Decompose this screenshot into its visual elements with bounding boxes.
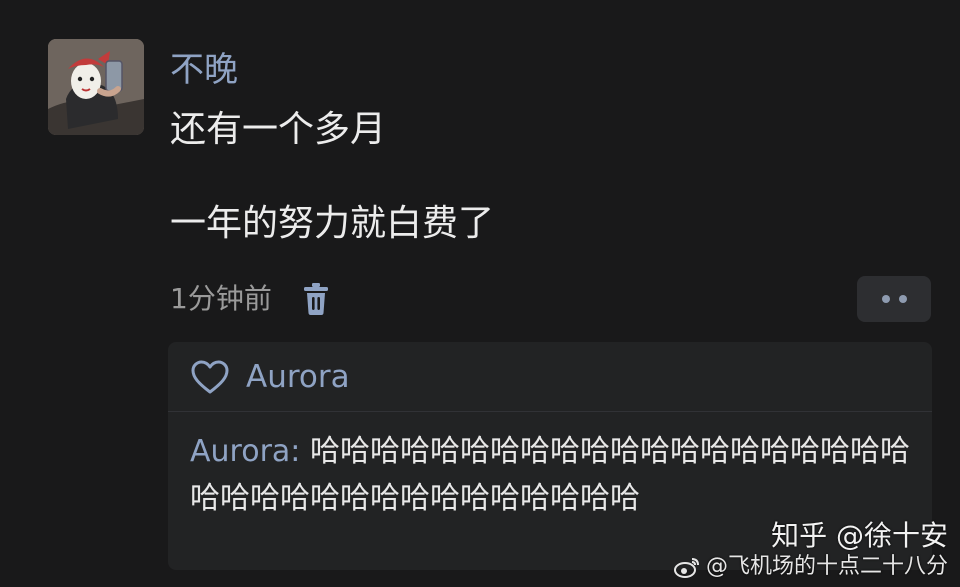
likes-row: Aurora xyxy=(168,342,932,412)
moments-post: 不晚 还有一个多月 一年的努力就白费了 1分钟前 Aurora Aurora: … xyxy=(0,0,960,587)
user-avatar[interactable] xyxy=(48,39,144,135)
heart-icon xyxy=(191,360,229,393)
watermark-text: 知乎 @徐十安 @飞机场的十点二十八分 xyxy=(673,519,948,581)
message-line-blank xyxy=(170,153,494,200)
liker-name[interactable]: Aurora xyxy=(246,357,350,397)
message-line: 还有一个多月 xyxy=(170,109,387,150)
trash-icon[interactable] xyxy=(302,282,330,316)
zhihu-watermark: 知乎 @徐十安 xyxy=(771,519,948,552)
comment-item[interactable]: Aurora: 哈哈哈哈哈哈哈哈哈哈哈哈哈哈哈哈哈哈哈哈哈哈哈哈哈哈哈哈哈哈哈哈… xyxy=(190,428,920,522)
watermark: 知乎 @徐十安 @飞机场的十点二十八分 xyxy=(673,519,948,581)
weibo-watermark-line: @飞机场的十点二十八分 xyxy=(673,553,948,581)
post-timestamp: 1分钟前 xyxy=(170,282,272,315)
comment-username[interactable]: Aurora xyxy=(190,434,290,469)
message-line: 一年的努力就白费了 xyxy=(170,203,495,244)
comment-separator: : xyxy=(290,434,310,469)
post-username[interactable]: 不晚 xyxy=(170,48,238,92)
more-dots-icon xyxy=(898,295,907,303)
post-message: 还有一个多月 一年的努力就白费了 xyxy=(170,106,494,247)
avatar-illustration xyxy=(48,39,144,135)
post-meta: 1分钟前 xyxy=(170,277,330,321)
more-dots-icon xyxy=(881,295,890,303)
weibo-watermark: @飞机场的十点二十八分 xyxy=(705,554,948,579)
more-options-button[interactable] xyxy=(857,276,931,322)
weibo-icon xyxy=(673,558,699,578)
